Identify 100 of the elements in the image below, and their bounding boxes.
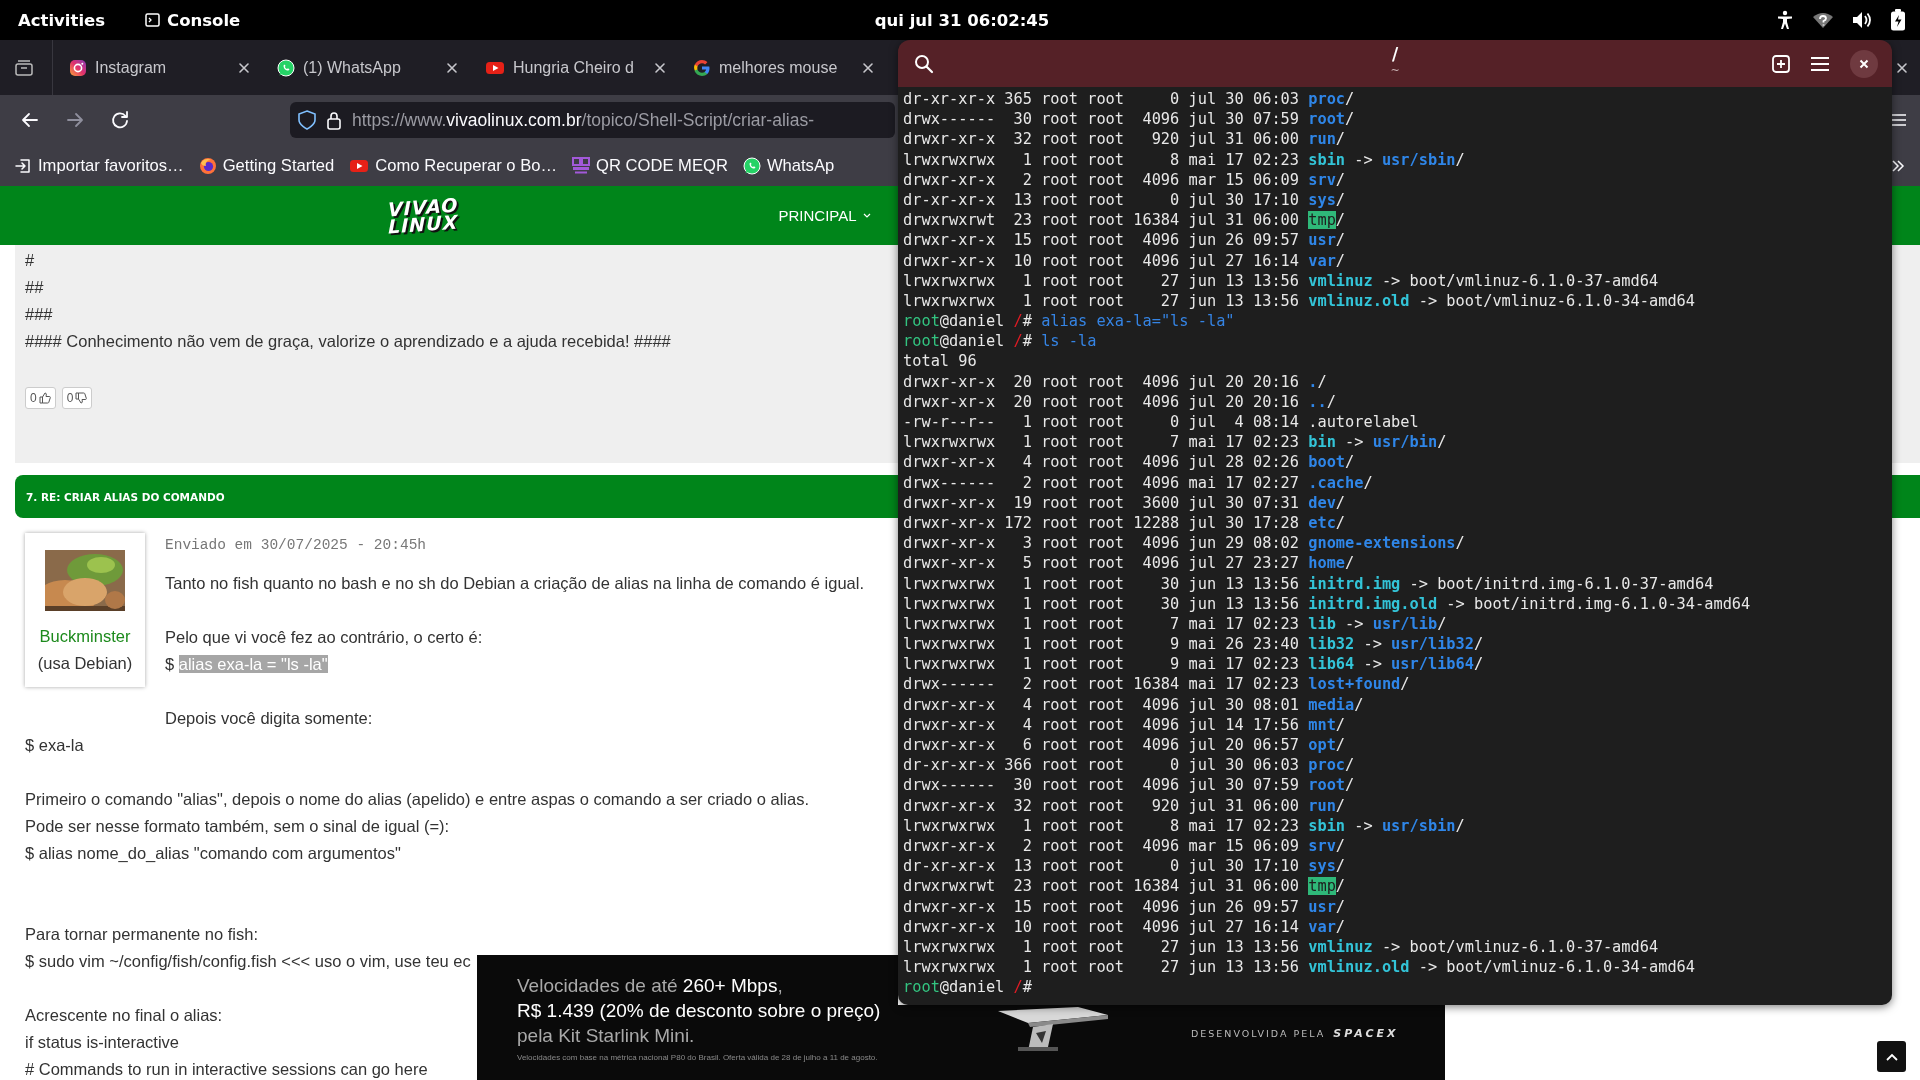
terminal-line: total 96 — [903, 351, 978, 372]
terminal-line: lrwxrwxrwx 1 root root 27 jun 13 13:56 vmlinuz -> boot/vmlinuz-6.1.0-37-amd64 — [903, 270, 1660, 291]
search-icon[interactable] — [914, 53, 934, 74]
chevron-up-icon — [1884, 1051, 1899, 1062]
bookmark-item[interactable]: QR CODE MEQR — [572, 155, 728, 176]
browser-tab[interactable]: Hungria Cheiro d — [475, 48, 671, 87]
post-text: Tanto no fish quanto no bash e no sh do Debian a criação de alias na linha de comando é igual. — [165, 573, 864, 594]
post-text: $ alias exa-la = "ls -la" — [165, 654, 328, 675]
forward-arrow-icon[interactable] — [65, 110, 85, 130]
clock-button[interactable]: qui jul 31 06:02:45 — [874, 10, 1050, 30]
terminal-line: drwxr-xr-x 5 root root 4096 jul 27 23:27 home/ — [903, 553, 1356, 574]
wifi-question-icon[interactable] — [1812, 11, 1834, 29]
video-play-icon — [485, 59, 505, 76]
close-icon[interactable] — [1895, 60, 1909, 75]
battery-icon[interactable] — [1890, 9, 1906, 31]
accessibility-icon[interactable] — [1776, 10, 1794, 30]
new-tab-icon[interactable] — [1772, 54, 1790, 73]
chevron-icon[interactable] — [1890, 157, 1906, 174]
vote-button[interactable]: 0 — [25, 387, 56, 409]
terminal-line: lrwxrwxrwx 1 root root 8 mai 17 02:23 sbin -> usr/sbin/ — [903, 149, 1466, 170]
brand-logo: SPACEX — [1333, 1027, 1399, 1040]
browser-tab[interactable]: melhores mouse — [683, 48, 879, 87]
post-text: # Commands to run in interactive sessions can go here — [25, 1059, 428, 1080]
terminal-line: drwxr-xr-x 15 root root 4096 jun 26 09:57 usr/ — [903, 896, 1347, 917]
terminal-line: drwx------ 30 root root 4096 jul 30 07:59 root/ — [903, 109, 1356, 130]
author-name[interactable]: Buckminster — [39, 623, 131, 650]
author-distro: (usa Debian) — [37, 653, 133, 674]
terminal-line: lrwxrwxrwx 1 root root 7 mai 17 02:23 lib -> usr/lib/ — [903, 613, 1448, 635]
import-icon — [14, 156, 32, 175]
terminal-line: drwxr-xr-x 4 root root 4096 jul 28 02:26 boot/ — [903, 452, 1356, 473]
bookmark-item[interactable]: Importar favoritos… — [14, 155, 184, 176]
ad-background[interactable] — [477, 1005, 1445, 1080]
terminal-line: drwxr-xr-x 6 root root 4096 jul 20 06:57 opt/ — [903, 735, 1347, 756]
bookmark-item[interactable]: WhatsAp — [742, 155, 835, 176]
instagram-icon — [69, 58, 87, 77]
close-button[interactable] — [1850, 49, 1878, 78]
terminal-line: lrwxrwxrwx 1 root root 9 mai 26 23:40 lib32 -> usr/lib32/ — [903, 634, 1485, 655]
signature-line: ### — [25, 304, 53, 325]
thumbs-up-icon — [38, 392, 51, 404]
terminal-line: drwxr-xr-x 3 root root 4096 jun 29 08:02 gnome-extensions/ — [903, 533, 1466, 554]
ad-price: R$ 1.439 (20% de desconto sobre o preço) — [517, 999, 881, 1023]
terminal-line: drwxr-xr-x 15 root root 4096 jun 26 09:57 usr/ — [903, 230, 1347, 251]
terminal-line: drwxr-xr-x 10 root root 4096 jul 27 16:14 var/ — [903, 916, 1347, 937]
qr-code-icon — [572, 156, 591, 175]
ad-fine-print: Velocidades com base na métrica nacional P80 do Brasil. Oferta válida de 28 de julho a 11 de agosto. — [517, 1052, 879, 1064]
back-arrow-icon[interactable] — [20, 110, 40, 130]
browser-tab[interactable]: Instagram — [59, 48, 255, 87]
post-text: Pode ser nesse formato também, sem o sinal de igual (=): — [25, 816, 450, 837]
tab-list-icon[interactable] — [14, 58, 34, 77]
close-icon[interactable] — [445, 60, 459, 75]
terminal-line: lrwxrwxrwx 1 root root 30 jun 13 13:56 initrd.img.old -> boot/initrd.img-6.1.0-34-amd64 — [903, 593, 1752, 614]
post-text: Para tornar permanente no fish: — [25, 924, 258, 945]
terminal-line: drwxr-xr-x 20 root root 4096 jul 20 20:16 ./ — [903, 371, 1328, 392]
post-text: Pelo que vi você fez ao contrário, o certo é: — [165, 627, 483, 648]
terminal-line: drwxr-xr-x 10 root root 4096 jul 27 16:14 var/ — [903, 250, 1347, 271]
terminal-line: dr-xr-xr-x 13 root root 0 jul 30 17:10 sys/ — [903, 856, 1347, 877]
signature-line: #### Conhecimento não vem de graça, valorize o aprendizado e a ajuda recebida! #### — [25, 331, 671, 352]
bookmark-item[interactable]: Como Recuperar o Bo… — [349, 155, 558, 176]
post-text: $ exa-la — [25, 735, 84, 756]
browser-tab[interactable]: (1) WhatsApp — [267, 48, 463, 87]
whatsapp-icon — [742, 156, 761, 175]
terminal-line: drwx------ 2 root root 4096 mai 17 02:27 .cache/ — [903, 472, 1374, 493]
terminal-line: dr-xr-xr-x 13 root root 0 jul 30 17:10 sys/ — [903, 189, 1347, 211]
menu-icon[interactable] — [1890, 112, 1908, 128]
ad-background[interactable] — [477, 955, 898, 1005]
terminal-line: drwxr-xr-x 2 root root 4096 mar 15 06:09 srv/ — [903, 169, 1347, 190]
terminal-line: root@daniel /# — [903, 977, 1033, 998]
activities-button[interactable]: Activities — [18, 10, 106, 30]
terminal-line: drwxr-xr-x 32 root root 920 jul 31 06:00 run/ — [903, 795, 1347, 816]
terminal-line: lrwxrwxrwx 1 root root 30 jun 13 13:56 initrd.img -> boot/initrd.img-6.1.0-37-amd64 — [903, 573, 1715, 594]
post-text: Primeiro o comando "alias", depois o nome do alias (apelido) e entre aspas o comando a ser criado o alias. — [25, 789, 809, 810]
nav-menu-link[interactable]: PRINCIPAL — [778, 207, 871, 224]
terminal-line: drwxr-xr-x 19 root root 3600 jul 30 07:31 dev/ — [903, 492, 1347, 513]
site-logo[interactable]: VIVAO LINUX — [388, 196, 459, 235]
video-play-icon — [349, 157, 370, 174]
close-icon[interactable] — [237, 60, 251, 75]
bookmark-item[interactable]: Getting Started — [198, 155, 335, 176]
close-icon[interactable] — [653, 60, 667, 75]
close-icon[interactable] — [861, 60, 875, 75]
vote-button[interactable]: 0 — [61, 387, 93, 409]
volume-icon[interactable] — [1852, 11, 1872, 29]
signature-line: ## — [25, 277, 44, 298]
terminal-line: lrwxrwxrwx 1 root root 27 jun 13 13:56 vmlinuz -> boot/vmlinuz-6.1.0-37-amd64 — [903, 936, 1660, 958]
menu-icon[interactable] — [1810, 55, 1830, 72]
post-date: Enviado em 30/07/2025 - 20:45h — [165, 536, 427, 555]
google-icon — [693, 58, 711, 77]
lock-icon[interactable] — [326, 110, 342, 130]
ad-headline: Velocidades de até 260+ Mbps, — [517, 974, 784, 998]
scroll-top-button[interactable] — [1877, 1041, 1906, 1072]
close-icon — [1859, 58, 1869, 69]
terminal-line: drwxr-xr-x 2 root root 4096 mar 15 06:09 srv/ — [903, 835, 1347, 857]
terminal-line: root@daniel /# ls -la — [903, 331, 1098, 352]
shield-icon[interactable] — [298, 110, 316, 130]
reload-icon[interactable] — [110, 110, 130, 130]
ad-product: pela Kit Starlink Mini. — [517, 1024, 696, 1048]
address-field[interactable]: https://www.vivaolinux.com.br/topico/Shell-Script/criar-alias- — [290, 102, 895, 138]
ad-maker: DESENVOLVIDA PELA — [1191, 1028, 1326, 1039]
fox-globe-icon — [198, 156, 217, 175]
app-menu-button[interactable]: Console — [167, 10, 241, 30]
terminal-line: drwxr-xr-x 4 root root 4096 jul 30 08:01 media/ — [903, 694, 1365, 715]
